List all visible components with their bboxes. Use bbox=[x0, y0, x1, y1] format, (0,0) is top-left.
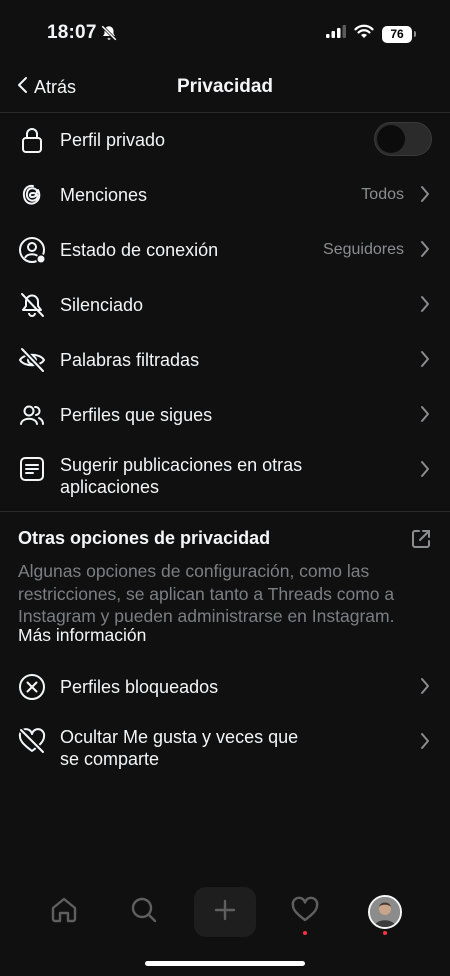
tab-profile[interactable] bbox=[363, 890, 407, 934]
setting-blocked-profiles[interactable]: Perfiles bloqueados bbox=[0, 667, 450, 707]
setting-label: Menciones bbox=[60, 185, 148, 205]
toggle-knob bbox=[377, 125, 405, 153]
chevron-right-icon bbox=[420, 185, 430, 208]
external-link-icon[interactable] bbox=[410, 528, 432, 555]
section-divider bbox=[0, 511, 450, 512]
profile-notification-dot bbox=[383, 931, 387, 935]
setting-muted[interactable]: Silenciado bbox=[0, 285, 450, 325]
setting-private-profile[interactable]: Perfil privado bbox=[0, 120, 450, 160]
setting-suggest-posts[interactable]: Sugerir publicaciones en otras aplicacio… bbox=[0, 450, 450, 502]
lock-icon bbox=[18, 126, 46, 154]
chevron-right-icon bbox=[420, 460, 430, 483]
setting-label: Silenciado bbox=[60, 295, 144, 315]
more-info-link[interactable]: Más información bbox=[18, 625, 146, 646]
tab-home[interactable] bbox=[42, 890, 86, 934]
avatar bbox=[368, 895, 402, 929]
setting-label: Perfil privado bbox=[60, 130, 166, 150]
document-icon bbox=[18, 455, 46, 483]
chevron-right-icon bbox=[420, 295, 430, 318]
private-profile-toggle[interactable] bbox=[374, 122, 432, 156]
heart-icon bbox=[290, 895, 320, 930]
battery-indicator: 76 bbox=[382, 25, 416, 43]
status-bar: 18:07 76 bbox=[0, 0, 450, 64]
hidden-heart-icon bbox=[18, 727, 46, 755]
muted-bell-icon bbox=[18, 291, 46, 319]
hidden-eye-icon bbox=[18, 346, 46, 374]
setting-hide-likes[interactable]: Ocultar Me gusta y veces que se comparte bbox=[0, 722, 450, 774]
nav-header: Atrás Privacidad bbox=[0, 64, 450, 110]
setting-value: Todos bbox=[361, 186, 404, 203]
status-icons: 76 bbox=[326, 24, 416, 44]
setting-label: Palabras filtradas bbox=[60, 350, 200, 370]
search-icon bbox=[129, 895, 159, 930]
chevron-right-icon bbox=[420, 350, 430, 373]
home-icon bbox=[49, 895, 79, 930]
setting-label: Ocultar Me gusta y veces que se comparte bbox=[60, 727, 299, 769]
blocked-icon bbox=[18, 673, 46, 701]
plus-icon bbox=[213, 898, 237, 927]
tab-activity[interactable] bbox=[283, 890, 327, 934]
setting-label: Sugerir publicaciones en otras aplicacio… bbox=[60, 455, 303, 497]
chevron-right-icon bbox=[420, 732, 430, 755]
setting-value: Seguidores bbox=[323, 241, 404, 258]
chevron-right-icon bbox=[420, 405, 430, 428]
tab-search[interactable] bbox=[122, 890, 166, 934]
setting-label: Perfiles bloqueados bbox=[60, 677, 219, 697]
setting-online-status[interactable]: Estado de conexión Seguidores bbox=[0, 230, 450, 270]
setting-following-profiles[interactable]: Perfiles que sigues bbox=[0, 395, 450, 435]
setting-label: Perfiles que sigues bbox=[60, 405, 213, 425]
section-description: Algunas opciones de configuración, como … bbox=[18, 561, 395, 626]
cellular-signal-icon bbox=[326, 25, 346, 43]
silent-bell-icon bbox=[100, 24, 118, 47]
setting-mentions[interactable]: Menciones Todos bbox=[0, 175, 450, 215]
activity-notification-dot bbox=[303, 931, 307, 935]
chevron-right-icon bbox=[420, 677, 430, 700]
setting-filtered-words[interactable]: Palabras filtradas bbox=[0, 340, 450, 380]
status-time: 18:07 bbox=[47, 22, 97, 43]
wifi-icon bbox=[354, 24, 374, 44]
threads-icon bbox=[18, 181, 46, 209]
people-icon bbox=[18, 401, 46, 429]
header-divider bbox=[0, 112, 450, 113]
section-title: Otras opciones de privacidad bbox=[18, 528, 271, 548]
chevron-right-icon bbox=[420, 240, 430, 263]
online-status-icon bbox=[18, 236, 46, 264]
tab-new-post[interactable] bbox=[194, 887, 256, 937]
home-indicator bbox=[145, 961, 305, 966]
page-title: Privacidad bbox=[176, 76, 274, 97]
setting-label: Estado de conexión bbox=[60, 240, 219, 260]
